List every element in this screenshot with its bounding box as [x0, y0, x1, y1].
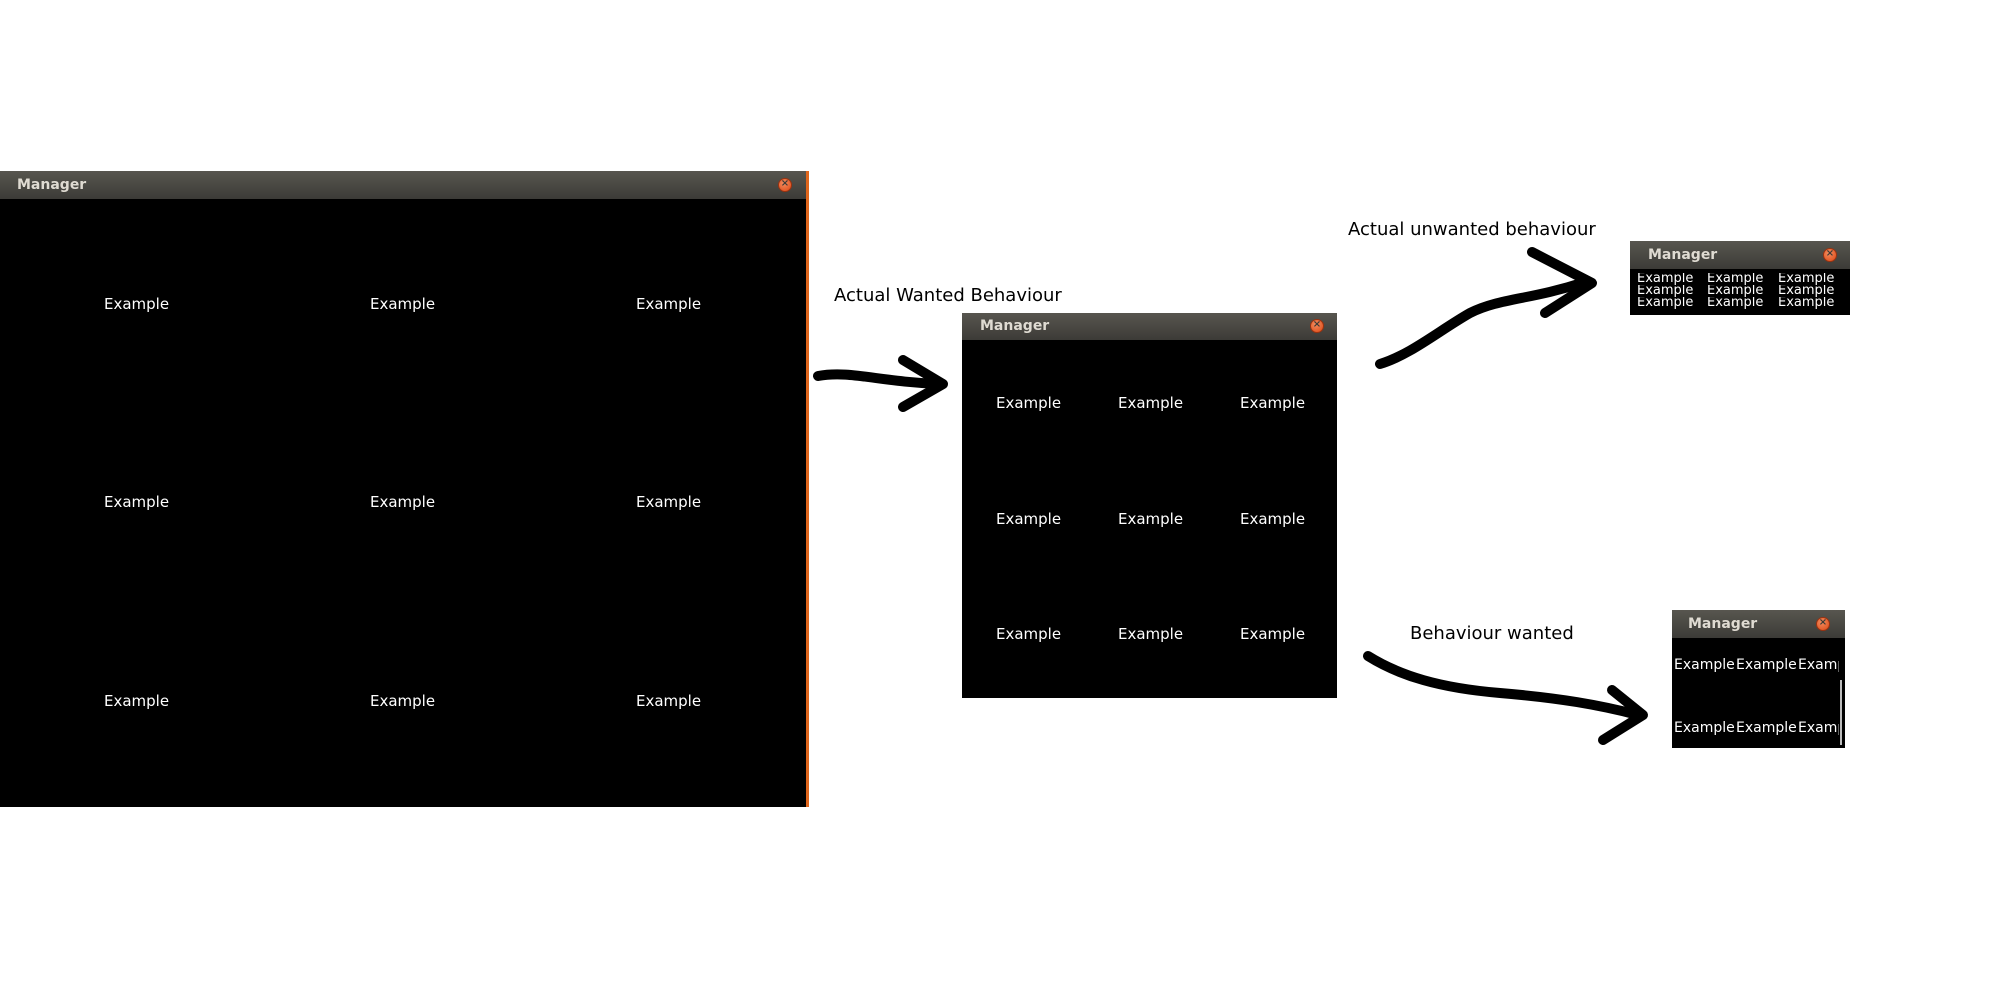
arrow-to-wanted — [1363, 651, 1648, 745]
arrows-layer — [813, 247, 1648, 745]
arrow-to-unwanted — [1375, 247, 1597, 369]
arrow-to-medium — [813, 355, 948, 412]
